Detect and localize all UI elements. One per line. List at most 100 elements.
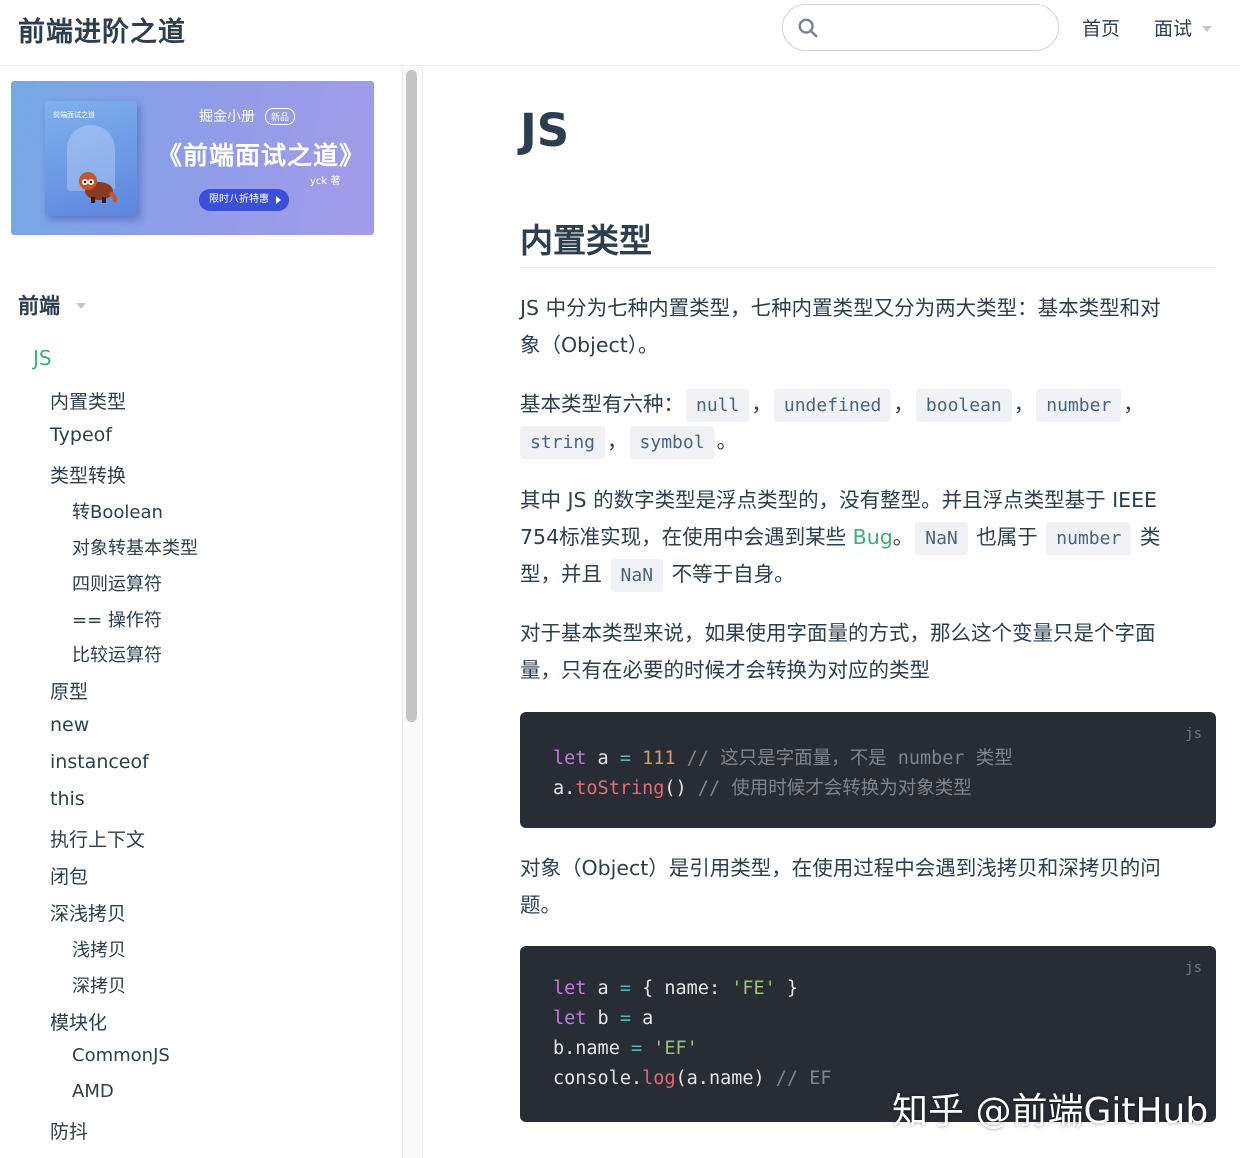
sidebar-item-new[interactable]: new [50,714,89,736]
paragraph-line: 其中 JS 的数字类型是浮点类型的，没有整型。并且浮点类型基于 IEEE [520,488,1158,512]
search-input[interactable] [829,11,1039,44]
paragraph-line: 754标准实现，在使用中会遇到某些 Bug。 NaN 也属于 number 类 [520,519,1216,556]
sidebar-item-typeof[interactable]: Typeof [50,424,112,446]
inline-code-null: null [686,389,750,422]
inline-code-nan: NaN [915,522,968,555]
nav-interview-label: 面试 [1154,18,1193,40]
code-language-label: js [1185,960,1202,976]
sidebar-item-prototype[interactable]: 原型 [50,677,88,704]
sidebar-item-commonjs[interactable]: CommonJS [72,1045,170,1066]
inline-code-string: string [520,426,606,459]
bug-link[interactable]: Bug [853,525,893,549]
paragraph-primitive-types: 基本类型有六种： null， undefined， boolean， number， s… [520,386,1216,460]
sidebar-scrollbar-thumb[interactable] [406,70,417,722]
inline-code-nan: NaN [610,559,664,592]
search-icon [798,18,818,38]
code-string: 'FE' [731,978,776,999]
code-language-label: js [1185,726,1202,742]
code-comment: // 使用时候才会转换为对象类型 [686,778,972,799]
banner-cta-label: 限时八折特惠 [209,194,269,205]
code-identifier: a [630,1008,654,1029]
sidebar-item-comparison-operators[interactable]: 比较运算符 [72,641,162,667]
search-box[interactable] [782,4,1059,51]
paragraph-line: 量，只有在必要的时候才会转换为对应的类型 [520,658,930,682]
code-identifier: b.name [553,1038,631,1059]
nav-home-link[interactable]: 首页 [1082,14,1120,41]
chevron-down-icon [76,303,86,309]
watermark: 知乎 @前端GitHub [892,1091,1209,1132]
sidebar: 前端面试之道 掘金小册 新品 《前端面试之道》 yck 著 限时八折特惠 前端 … [0,67,403,1158]
separator: ， [607,429,628,453]
section-heading-builtin-types: 内置类型 [520,214,1216,268]
chevron-down-icon [1202,25,1213,32]
sidebar-item-to-boolean[interactable]: 转Boolean [72,498,163,524]
paragraph-text: 也属于 [969,525,1045,549]
paragraph-text: 。 [892,525,914,549]
inline-code-boolean: boolean [915,389,1012,422]
site-name[interactable]: 前端进阶之道 [18,10,186,49]
sidebar-item-js[interactable]: JS [33,346,52,370]
code-operator: = [630,1038,643,1059]
sidebar-item-builtin-types[interactable]: 内置类型 [50,387,126,414]
sidebar-item-amd[interactable]: AMD [72,1081,114,1102]
page-title: JS [520,104,570,157]
code-identifier: a. [553,778,576,799]
paragraph-intro: JS 中分为七种内置类型，七种内置类型又分为两大类型：基本类型和对 象（Obje… [520,290,1216,364]
code-punctuation: } [775,978,799,999]
sidebar-item-closure[interactable]: 闭包 [50,862,88,889]
paragraph-line: 基本类型有六种： null， undefined， boolean， number， [520,386,1216,423]
sidebar-item-copy[interactable]: 深浅拷贝 [50,899,126,926]
paragraph-line: 对于基本类型来说，如果使用字面量的方式，那么这个变量只是个字面 [520,621,1156,645]
sidebar-item-equality-operator[interactable]: == 操作符 [72,606,162,632]
nav-interview-dropdown[interactable]: 面试 [1154,14,1213,41]
code-function: log [642,1068,676,1089]
code-comment: // EF [764,1068,832,1089]
paragraph-text: 型，并且 [520,562,609,586]
sidebar-item-instanceof[interactable]: instanceof [50,751,149,773]
paragraph-literal: 对于基本类型来说，如果使用字面量的方式，那么这个变量只是个字面 量，只有在必要的… [520,615,1216,689]
separator: ， [1123,392,1144,416]
sidebar-item-type-conversion[interactable]: 类型转换 [50,461,126,488]
code-identifier: (a.name) [675,1068,765,1089]
sidebar-item-modules[interactable]: 模块化 [50,1008,107,1035]
paragraph-line: JS 中分为七种内置类型，七种内置类型又分为两大类型：基本类型和对 [520,296,1161,320]
sidebar-group-frontend[interactable]: 前端 [18,290,86,320]
code-block-literal[interactable]: js let a = 111 // 这只是字面量，不是 number 类型 a.… [520,712,1216,828]
sidebar-item-shallow-copy[interactable]: 浅拷贝 [72,936,126,962]
inline-code-number: number [1046,522,1132,555]
code-line: let a = { name: 'FE' } [553,978,798,999]
inline-code-number: number [1036,389,1122,422]
paragraph-line: 象（Object）。 [520,333,659,357]
paragraph-end: 。 [716,429,738,453]
code-operator: = [619,1008,631,1029]
banner-author: yck 著 [310,176,341,187]
separator: ， [1013,392,1035,416]
code-function: toString [575,778,665,799]
sidebar-item-deep-copy[interactable]: 深拷贝 [72,972,126,998]
sidebar-item-debounce[interactable]: 防抖 [50,1117,88,1144]
arrow-right-icon [276,196,281,204]
code-string: 'EF' [642,1038,698,1059]
red-panda-icon [79,172,117,203]
code-keyword: let [553,1008,587,1029]
code-keyword: let [553,978,587,999]
inline-code-undefined: undefined [773,389,892,422]
code-line: a.toString() // 使用时候才会转换为对象类型 [553,774,972,800]
paragraph-line: 对象（Object）是引用类型，在使用过程中会遇到浅拷贝和深拷贝的问 [520,856,1161,880]
sidebar-item-arithmetic-operators[interactable]: 四则运算符 [72,570,162,596]
paragraph-text: 不等于自身。 [665,562,795,586]
code-identifier: a [586,978,620,999]
code-identifier: b [586,1008,620,1029]
separator: ， [893,392,914,416]
sidebar-item-object-to-primitive[interactable]: 对象转基本类型 [72,534,198,560]
sidebar-item-this[interactable]: this [50,788,85,810]
book-cover-title: 前端面试之道 [53,111,95,119]
code-number: 111 [630,748,676,769]
sidebar-item-execution-context[interactable]: 执行上下文 [50,825,145,852]
paragraph-object-type: 对象（Object）是引用类型，在使用过程中会遇到浅拷贝和深拷贝的问 题。 [520,850,1216,924]
promo-banner[interactable]: 前端面试之道 掘金小册 新品 《前端面试之道》 yck 著 限时八折特惠 [11,81,374,235]
banner-cta-button[interactable]: 限时八折特惠 [199,189,289,211]
paragraph-text: 754标准实现，在使用中会遇到某些 [520,525,853,549]
new-badge: 新品 [265,107,296,125]
code-operator: = [619,748,631,769]
